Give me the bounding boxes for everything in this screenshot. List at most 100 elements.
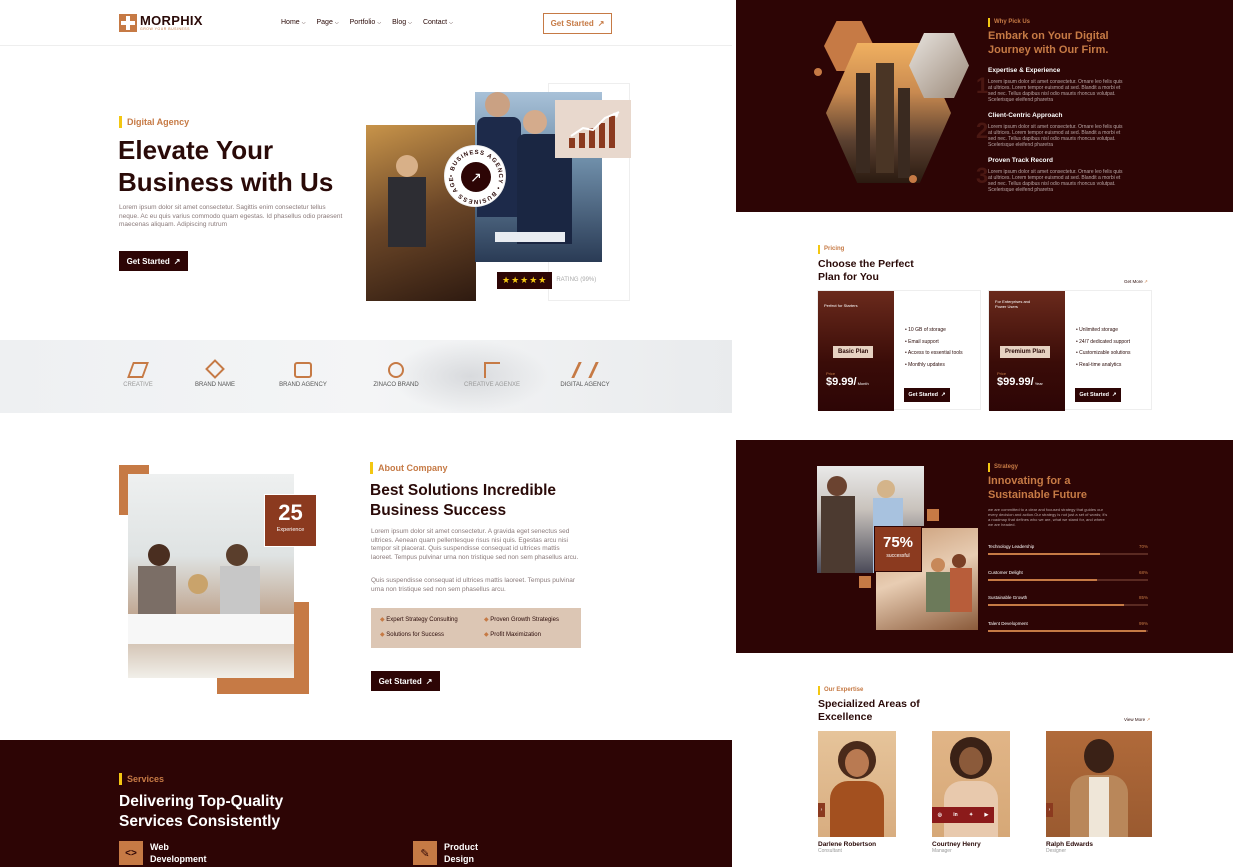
logo-text: MORPHIX xyxy=(140,13,203,28)
hero-get-started-button[interactable]: Get Started ↗ xyxy=(119,251,188,271)
arrow-up-right-icon: ↗ xyxy=(1112,392,1117,398)
about-paragraph-2: Quis suspendisse consequat id ultrices m… xyxy=(371,577,576,593)
service-product-design[interactable]: ✎ Product Design xyxy=(413,841,478,865)
share-toggle-button[interactable]: › xyxy=(818,803,825,817)
expertise-view-more-link[interactable]: View More ↗ xyxy=(1124,717,1150,723)
plan-image-panel: For Enterprises and Power Users Premium … xyxy=(989,291,1065,411)
why-item-1: 1 Expertise & Experience Lorem ipsum dol… xyxy=(976,67,1123,103)
team-photo: › xyxy=(1046,731,1152,837)
plan-features: 10 GB of storage Email support Access to… xyxy=(905,325,963,371)
nav-contact[interactable]: Contact ⌵ xyxy=(423,19,453,26)
why-item-number: 3 xyxy=(976,163,989,188)
arrow-up-right-icon: ↗ xyxy=(461,162,491,192)
code-icon: <> xyxy=(119,841,143,865)
progress-fill xyxy=(988,630,1147,632)
nav-blog[interactable]: Blog ⌵ xyxy=(392,19,412,26)
why-title: Embark on Your Digital Journey with Our … xyxy=(988,30,1109,56)
brand-logo-icon xyxy=(571,362,599,378)
brand-logo-icon xyxy=(127,362,149,378)
brand-brand-name: BRAND NAME xyxy=(190,359,240,388)
team-card-darlene[interactable]: › Darlene Robertson Consultant xyxy=(818,731,896,854)
youtube-icon[interactable]: ▶ xyxy=(984,812,988,818)
feature-item: ◆ Solutions for Success xyxy=(380,632,444,638)
pricing-get-more-link[interactable]: Get More ↗ xyxy=(1124,279,1148,285)
nav-portfolio[interactable]: Portfolio ⌵ xyxy=(350,19,381,26)
arrow-up-right-icon: ↗ xyxy=(597,19,605,28)
service-web-development[interactable]: <> Web Development xyxy=(119,841,207,865)
basic-plan-get-started-button[interactable]: Get Started ↗ xyxy=(904,388,950,402)
brand-creative-agenxe: CREATIVE AGENXE xyxy=(460,362,524,388)
services-section: Services Delivering Top-Quality Services… xyxy=(0,740,732,867)
progress-item: Talent Development 99% xyxy=(988,621,1148,635)
strategy-progress-bars: Technology Leadership 70% Customer Delig… xyxy=(988,544,1148,634)
logo[interactable]: MORPHIX GROW YOUR BUSINESS xyxy=(119,14,203,32)
why-item-number: 1 xyxy=(976,73,989,98)
strategy-tag: Strategy xyxy=(988,463,1018,472)
hero-title: Elevate Your Business with Us xyxy=(118,135,334,197)
strategy-section: 75% successful Strategy Innovating for a… xyxy=(736,440,1233,653)
progress-fill xyxy=(988,553,1100,555)
arrow-up-right-icon: ↗ xyxy=(1144,279,1148,284)
twitter-icon[interactable]: ✦ xyxy=(969,812,973,818)
pricing-card-basic: Perfect for Starters Basic Plan Price $9… xyxy=(817,290,981,411)
rating-label: RATING (99%) xyxy=(556,277,597,283)
plan-name-badge: Basic Plan xyxy=(833,346,874,358)
team-card-courtney[interactable]: ◎ in ✦ ▶ Courtney Henry Manager xyxy=(932,731,1010,854)
hero-tag: Digital Agency xyxy=(119,116,189,128)
pricing-section: Pricing Choose the Perfect Plan for You … xyxy=(736,212,1233,440)
rating-stars: ★★★★★ xyxy=(497,271,553,289)
plan-features: Unlimited storage 24/7 dedicated support… xyxy=(1076,325,1130,371)
feature-item: ◆ Proven Growth Strategies xyxy=(484,617,559,623)
instagram-icon[interactable]: ◎ xyxy=(938,812,942,818)
hero-text: Lorem ipsum dolor sit amet consectetur. … xyxy=(119,204,343,228)
about-get-started-button[interactable]: Get Started ↗ xyxy=(371,671,440,691)
success-badge: 75% successful xyxy=(874,526,922,572)
chevron-down-icon: ⌵ xyxy=(449,19,453,26)
hero-chart-card xyxy=(555,100,631,158)
pricing-title: Choose the Perfect Plan for You xyxy=(818,258,914,283)
why-section: Why Pick Us Embark on Your Digital Journ… xyxy=(736,0,1233,212)
progress-fill xyxy=(988,579,1097,581)
brand-logo-icon xyxy=(484,362,500,378)
brand-logo-icon xyxy=(388,362,404,378)
why-item-3: 3 Proven Track Record Lorem ipsum dolor … xyxy=(976,157,1123,193)
strategy-text: we are committed to a clear and focused … xyxy=(988,507,1108,527)
plan-name-badge: Premium Plan xyxy=(1000,346,1051,358)
brand-logo-icon xyxy=(294,362,312,378)
about-features-box: ◆ Expert Strategy Consulting ◆ Proven Gr… xyxy=(371,608,581,648)
nav-page[interactable]: Page ⌵ xyxy=(316,19,338,26)
arrow-up-right-icon: ↗ xyxy=(173,256,181,266)
chevron-down-icon: ⌵ xyxy=(334,19,339,26)
social-links-bar: ◎ in ✦ ▶ xyxy=(932,807,994,823)
nav-home[interactable]: Home ⌵ xyxy=(281,19,305,26)
expertise-title: Specialized Areas of Excellence xyxy=(818,698,920,723)
premium-plan-get-started-button[interactable]: Get Started ↗ xyxy=(1075,388,1121,402)
brand-creative: CREATIVE xyxy=(118,362,158,388)
main-nav: Home ⌵ Page ⌵ Portfolio ⌵ Blog ⌵ Contact ⌵ xyxy=(281,19,453,26)
brand-zinaco: ZINACO BRAND xyxy=(368,362,424,388)
left-page: MORPHIX GROW YOUR BUSINESS Home ⌵ Page ⌵ P… xyxy=(0,0,732,867)
feature-item: ◆ Profit Maximization xyxy=(484,632,541,638)
about-paragraph-1: Lorem ipsum dolor sit amet consectetur. … xyxy=(371,528,579,561)
team-card-ralph[interactable]: › Ralph Edwards Designer xyxy=(1046,731,1152,854)
linkedin-icon[interactable]: in xyxy=(953,812,957,818)
growth-chart-icon xyxy=(569,111,620,148)
business-agency-badge: • BUSINESS AGENCY • BUSINESS AGENCY ↗ xyxy=(444,145,506,207)
team-photo: › xyxy=(818,731,896,837)
rating-card: ★★★★★ RATING (99%) xyxy=(497,270,597,290)
team-photo: ◎ in ✦ ▶ xyxy=(932,731,1010,837)
services-title: Delivering Top-Quality Services Consiste… xyxy=(119,793,284,830)
brand-digital-agency: DIGITAL AGENCY xyxy=(555,362,615,388)
plan-image-panel: Perfect for Starters Basic Plan Price $9… xyxy=(818,291,894,411)
progress-fill xyxy=(988,604,1124,606)
logo-icon xyxy=(119,14,137,32)
pricing-card-premium: For Enterprises and Power Users Premium … xyxy=(988,290,1152,411)
brand-logo-icon xyxy=(205,359,225,379)
share-toggle-button[interactable]: › xyxy=(1046,803,1053,817)
feature-item: ◆ Expert Strategy Consulting xyxy=(380,617,458,623)
services-tag: Services xyxy=(119,773,164,785)
strategy-image-group: 75% successful xyxy=(817,466,982,636)
header-cta-button[interactable]: Get Started ↗ xyxy=(543,13,612,34)
site-header: MORPHIX GROW YOUR BUSINESS Home ⌵ Page ⌵ P… xyxy=(0,0,732,46)
plan-price: $9.99/ xyxy=(826,376,857,388)
